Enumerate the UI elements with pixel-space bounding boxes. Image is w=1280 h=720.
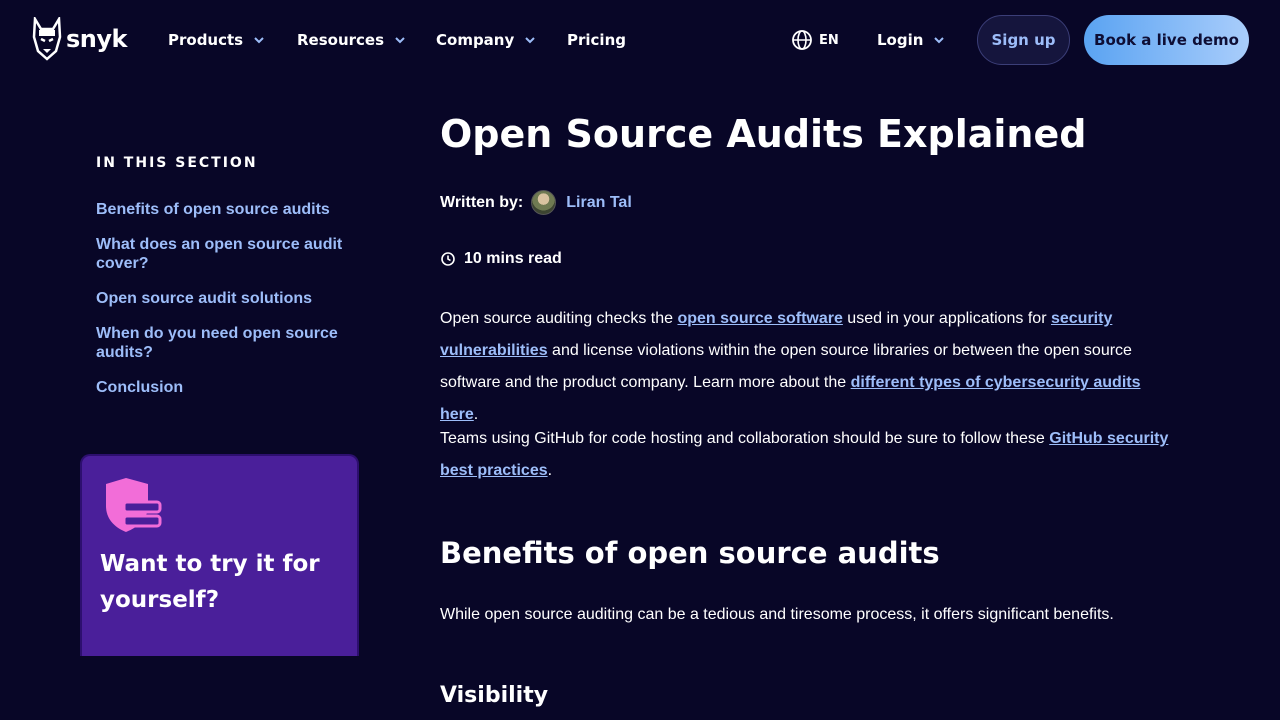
text: Open source auditing checks the (440, 310, 678, 327)
chevron-down-icon (525, 37, 535, 44)
intro-paragraph: Open source auditing checks the open sou… (440, 303, 1175, 431)
login-label: Login (877, 31, 924, 49)
book-demo-button[interactable]: Book a live demo (1084, 15, 1249, 65)
nav-label: Resources (297, 31, 385, 49)
language-selector[interactable]: EN (791, 29, 839, 51)
benefits-heading: Benefits of open source audits (440, 536, 940, 570)
text: used in your applications for (842, 310, 1051, 327)
author-line: Written by: Liran Tal (440, 190, 632, 215)
author-link[interactable]: Liran Tal (566, 194, 632, 212)
nav-resources[interactable]: Resources (297, 31, 406, 49)
nav-label: Products (168, 31, 244, 49)
visibility-heading: Visibility (440, 683, 549, 708)
open-source-software-link[interactable]: open source software (677, 310, 842, 327)
site-header: snyk Products Resources Company Pricing … (0, 0, 1280, 80)
dog-logo-icon (32, 17, 62, 61)
chevron-down-icon (395, 37, 405, 44)
snyk-logo[interactable]: snyk (32, 17, 127, 61)
globe-icon (792, 30, 812, 50)
logo-text: snyk (66, 25, 127, 53)
written-by-label: Written by: (440, 193, 524, 211)
read-time-label: 10 mins read (464, 250, 562, 267)
try-it-card[interactable]: Want to try it for yourself? (80, 454, 359, 656)
nav-label: Company (436, 31, 515, 49)
avatar (531, 190, 557, 215)
benefits-paragraph: While open source auditing can be a tedi… (440, 606, 1114, 623)
text: Teams using GitHub for code hosting and … (440, 430, 1050, 447)
clock-icon (441, 252, 455, 266)
nav-pricing[interactable]: Pricing (567, 31, 626, 49)
section-title: IN THIS SECTION (96, 155, 258, 171)
nav-label: Pricing (567, 31, 626, 49)
read-time: 10 mins read (440, 250, 562, 268)
try-card-title: Want to try it for yourself? (100, 551, 320, 613)
github-paragraph: Teams using GitHub for code hosting and … (440, 423, 1175, 487)
text: . (473, 406, 479, 423)
table-of-contents: Benefits of open source audits What does… (96, 200, 356, 413)
toc-item[interactable]: Benefits of open source audits (96, 200, 356, 219)
page-title: Open Source Audits Explained (440, 112, 1087, 156)
chevron-down-icon (254, 37, 264, 44)
shield-list-icon (106, 478, 162, 532)
language-label: EN (819, 32, 839, 48)
login-menu[interactable]: Login (877, 31, 945, 49)
text: . (547, 462, 553, 479)
toc-item[interactable]: What does an open source audit cover? (96, 235, 356, 273)
nav-company[interactable]: Company (436, 31, 536, 49)
toc-item[interactable]: When do you need open source audits? (96, 324, 356, 362)
toc-item[interactable]: Conclusion (96, 378, 356, 397)
toc-item[interactable]: Open source audit solutions (96, 289, 356, 308)
nav-products[interactable]: Products (168, 31, 265, 49)
chevron-down-icon (934, 37, 945, 44)
signup-button[interactable]: Sign up (977, 15, 1070, 65)
